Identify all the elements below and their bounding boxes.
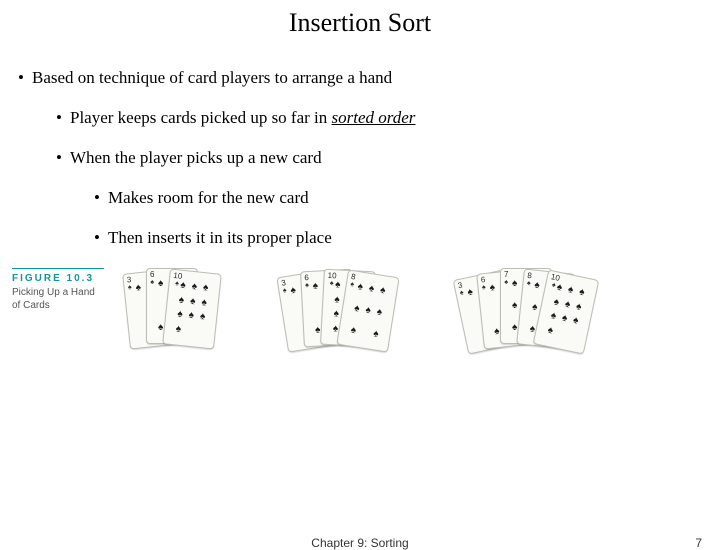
figure-label: FIGURE 10.3 Picking Up a Hand of Cards bbox=[12, 268, 104, 312]
bullet-l3: •Then inserts it in its proper place bbox=[0, 228, 720, 248]
card-hands: 3♠♠♠♠6♠♠♠♠♠♠♠10♠♠♠♠♠♠♠♠♠♠♠ 3♠♠♠♠6♠♠♠♠♠♠♠1… bbox=[116, 268, 720, 358]
bullet-text: Player keeps cards picked up so far in bbox=[70, 108, 332, 127]
bullet-emphasis: sorted order bbox=[332, 108, 416, 127]
bullet-l1: •Based on technique of card players to a… bbox=[0, 68, 720, 88]
bullet-l2: •Player keeps cards picked up so far in … bbox=[0, 108, 720, 128]
figure-caption: Picking Up a Hand of Cards bbox=[12, 286, 104, 312]
bullet-l2: •When the player picks up a new card bbox=[0, 148, 720, 168]
bullet-l3: •Makes room for the new card bbox=[0, 188, 720, 208]
footer-chapter: Chapter 9: Sorting bbox=[311, 536, 408, 550]
card-hand: 3♠♠♠♠6♠♠♠♠♠♠♠10♠♠♠♠♠♠♠♠♠♠♠8♠♠♠♠♠♠♠♠♠ bbox=[282, 268, 400, 358]
card-hand: 3♠♠♠♠6♠♠♠♠♠♠♠10♠♠♠♠♠♠♠♠♠♠♠ bbox=[126, 268, 222, 358]
playing-card: 10♠♠♠♠♠♠♠♠♠♠♠ bbox=[162, 268, 222, 349]
bullet-text: Then inserts it in its proper place bbox=[108, 228, 332, 247]
card-hand: 3♠♠♠♠6♠♠♠♠♠♠♠7♠♠♠♠♠♠♠♠8♠♠♠♠♠♠♠♠♠10♠♠♠♠♠♠… bbox=[460, 268, 600, 358]
bullet-text: Makes room for the new card bbox=[108, 188, 309, 207]
figure-area: FIGURE 10.3 Picking Up a Hand of Cards 3… bbox=[0, 268, 720, 358]
figure-number: FIGURE 10.3 bbox=[12, 268, 104, 284]
footer-page: 7 bbox=[695, 536, 702, 550]
playing-card: 8♠♠♠♠♠♠♠♠♠ bbox=[336, 269, 399, 352]
bullet-text: When the player picks up a new card bbox=[70, 148, 322, 167]
page-title: Insertion Sort bbox=[0, 8, 720, 38]
bullet-text: Based on technique of card players to ar… bbox=[32, 68, 392, 87]
